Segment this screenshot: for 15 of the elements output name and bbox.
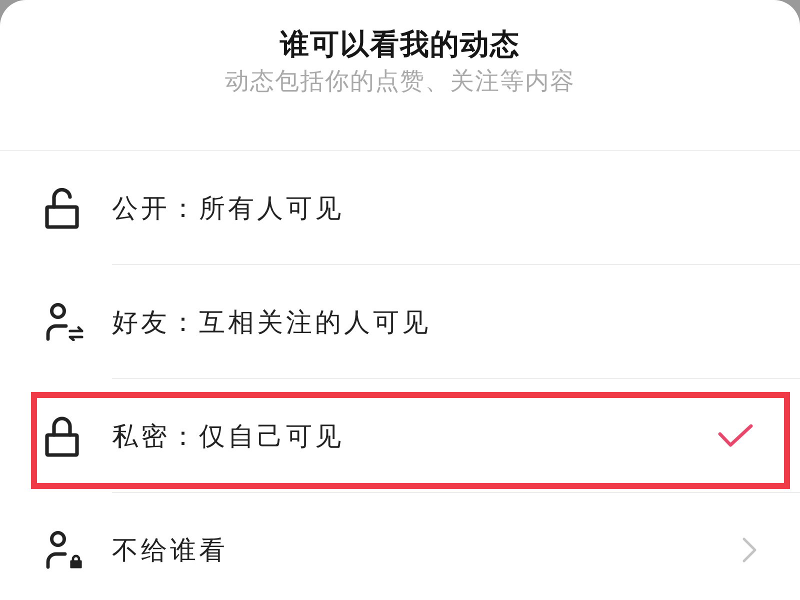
option-label: 不给谁看 [112,534,229,567]
privacy-option[interactable]: 不给谁看 [0,493,800,600]
sheet-subtitle: 动态包括你的点赞、关注等内容 [225,67,575,97]
privacy-option[interactable]: 公开：所有人可见 [0,151,800,265]
option-label: 私密：仅自己可见 [112,420,345,452]
person-padlock-icon [45,531,84,569]
privacy-option[interactable]: 好友：互相关注的人可见 [0,265,800,379]
chevron-right-icon [742,537,757,563]
option-label: 好友：互相关注的人可见 [112,306,432,338]
sheet-title: 谁可以看我的动态 [280,28,520,63]
privacy-option[interactable]: 私密：仅自己可见 [0,379,800,493]
padlock-icon [45,416,79,456]
unlocked-padlock-icon [45,188,79,228]
person-arrows-icon [45,303,84,341]
option-label: 公开：所有人可见 [112,192,345,224]
